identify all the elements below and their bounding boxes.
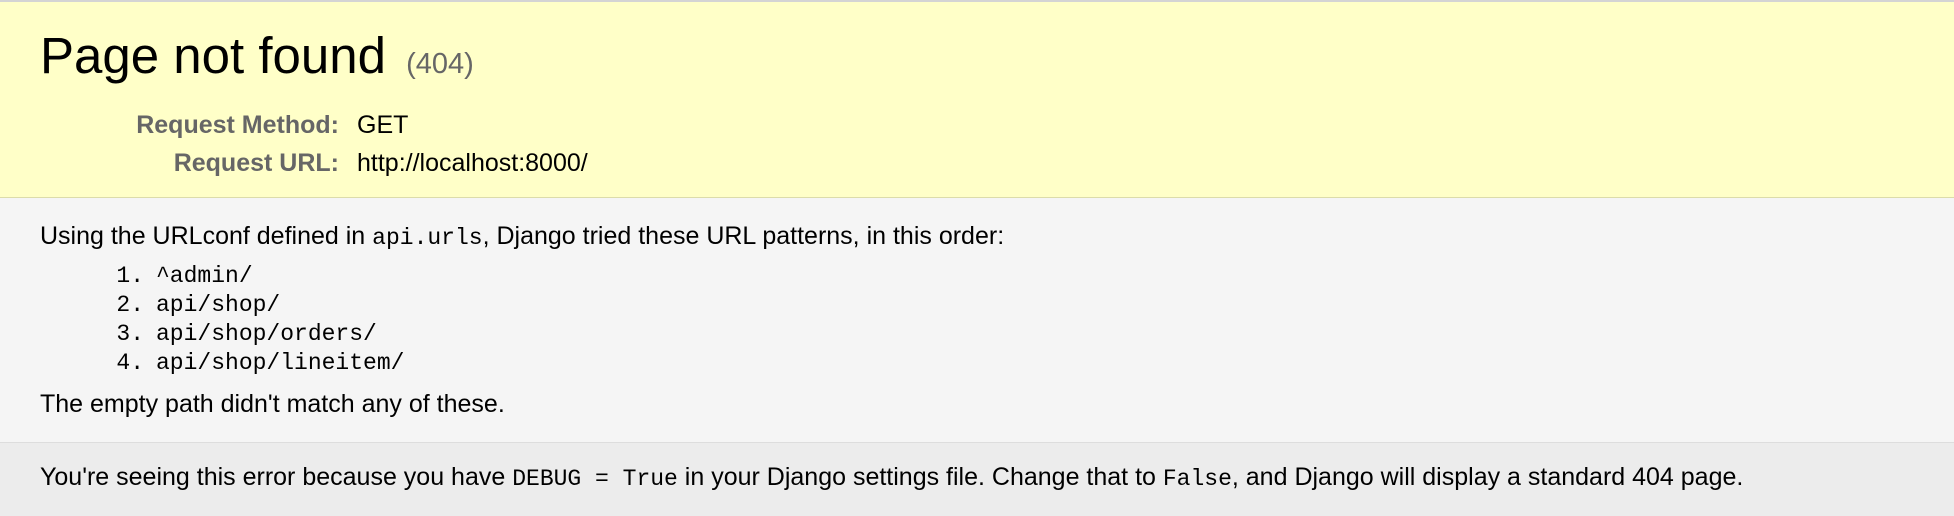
url-pattern-item: 1. ^admin/ — [88, 262, 404, 291]
url-pattern-item: 4. api/shop/lineitem/ — [88, 349, 404, 378]
urlconf-description: Using the URLconf defined in api.urls, D… — [40, 218, 1004, 256]
request-url-row: Request URL: http://localhost:8000/ — [0, 144, 588, 182]
status-code: (404) — [406, 48, 474, 80]
url-pattern-list: 1. ^admin/ 2. api/shop/ 3. api/shop/orders/… — [88, 262, 404, 378]
pattern-number: 1. — [116, 263, 144, 289]
urlconf-prefix: Using the URLconf defined in — [40, 222, 373, 250]
pattern-text: ^admin/ — [156, 263, 253, 289]
urlconf-suffix: , Django tried these URL patterns, in th… — [482, 222, 1005, 250]
pattern-text: api/shop/orders/ — [156, 321, 377, 347]
url-pattern-item: 3. api/shop/orders/ — [88, 320, 404, 349]
request-url-label: Request URL: — [173, 149, 339, 177]
explanation-part-3: , and Django will display a standard 404… — [1231, 463, 1744, 491]
request-url-value: http://localhost:8000/ — [357, 149, 588, 177]
page-title-text: Page not found — [40, 27, 386, 84]
request-meta-table: Request Method: GET Request URL: http://… — [0, 106, 588, 182]
error-summary: Page not found (404) Request Method: GET… — [0, 2, 1954, 198]
debug-explanation-text: You're seeing this error because you hav… — [40, 458, 1743, 498]
pattern-text: api/shop/ — [156, 292, 281, 318]
pattern-text: api/shop/lineitem/ — [156, 350, 405, 376]
false-value-code: False — [1162, 466, 1232, 492]
request-method-row: Request Method: GET — [0, 106, 588, 144]
explanation-part-1: You're seeing this error because you hav… — [40, 463, 513, 491]
explanation-part-2: in your Django settings file. Change tha… — [677, 463, 1163, 491]
pattern-number: 4. — [116, 350, 144, 376]
urlconf-module: api.urls — [372, 225, 483, 251]
pattern-number: 2. — [116, 292, 144, 318]
request-method-label: Request Method: — [136, 111, 339, 139]
pattern-number: 3. — [116, 321, 144, 347]
request-method-value: GET — [357, 111, 409, 139]
url-pattern-item: 2. api/shop/ — [88, 291, 404, 320]
page-title: Page not found (404) — [40, 26, 474, 94]
debug-setting-code: DEBUG = True — [512, 466, 678, 492]
no-match-message: The empty path didn't match any of these… — [40, 390, 505, 418]
